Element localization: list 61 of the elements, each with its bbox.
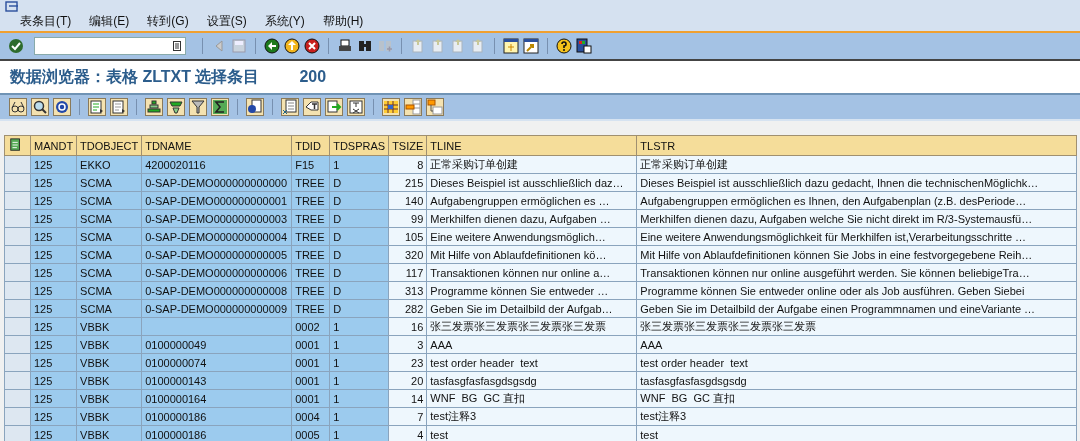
menu-item[interactable]: 表条目(T) [20,13,72,29]
column-header[interactable]: TDOBJECT [76,135,142,156]
glasses-button[interactable] [9,98,27,116]
select-all-header[interactable] [4,135,31,156]
refresh-icon [54,99,70,115]
record-count: 200 [299,68,327,86]
enter-icon[interactable] [8,38,24,54]
tree-button[interactable] [426,98,444,116]
menu-item[interactable]: 系统(Y) [264,13,305,29]
funnel-button[interactable] [167,98,185,116]
documents-button[interactable] [246,98,264,116]
refresh-button[interactable] [53,98,71,116]
column-header[interactable]: TDID [291,135,330,156]
command-field[interactable] [34,37,186,55]
sigma-icon [212,99,228,115]
column-header[interactable]: TDSPRAS [329,135,389,156]
menu-item[interactable]: 帮助(H) [322,13,364,29]
delete-text-icon [348,99,364,115]
sheet-icon [282,99,298,115]
exit-icon[interactable] [284,38,300,54]
delete-text-button[interactable] [347,98,365,116]
column-header[interactable]: TSIZE [388,135,427,156]
magnifier-icon [32,99,48,115]
print-icon[interactable] [337,38,353,54]
export-button[interactable] [325,98,343,116]
funnel-icon [168,99,184,115]
columns-icon [405,99,421,115]
columns-button[interactable] [404,98,422,116]
glasses-icon [10,99,26,115]
system-menu-icon[interactable] [5,1,19,13]
cancel-icon[interactable] [304,38,320,54]
text-button[interactable] [303,98,321,116]
new-session-icon[interactable] [503,38,519,54]
document-arrow-button[interactable] [88,98,106,116]
menu-item[interactable]: 编辑(E) [89,13,130,29]
stack-icon [146,99,162,115]
dropdown-icon[interactable] [173,41,181,51]
help-icon[interactable] [556,38,572,54]
grid-icon [383,99,399,115]
grid-button[interactable] [382,98,400,116]
back-icon[interactable] [264,38,280,54]
export-icon [326,99,342,115]
magnifier-button[interactable] [31,98,49,116]
column-header[interactable]: TDNAME [141,135,292,156]
sheet-button[interactable] [281,98,299,116]
stack-button[interactable] [145,98,163,116]
document-button[interactable] [110,98,128,116]
column-header[interactable]: MANDT [30,135,77,156]
screen-title: 数据浏览器：表格 ZLTXT 选择条目 [10,66,260,87]
shortcut-icon[interactable] [523,38,539,54]
tree-icon [427,99,443,115]
layout-icon[interactable] [576,38,592,54]
filter-button[interactable] [189,98,207,116]
column-header[interactable]: TLINE [426,135,637,156]
menu-item[interactable]: 转到(G) [147,13,189,29]
document-icon [111,99,127,115]
menu-item[interactable]: 设置(S) [206,13,247,29]
filter-icon [190,99,206,115]
column-header[interactable]: TLSTR [636,135,1077,156]
documents-icon [247,99,263,115]
sigma-button[interactable] [211,98,229,116]
